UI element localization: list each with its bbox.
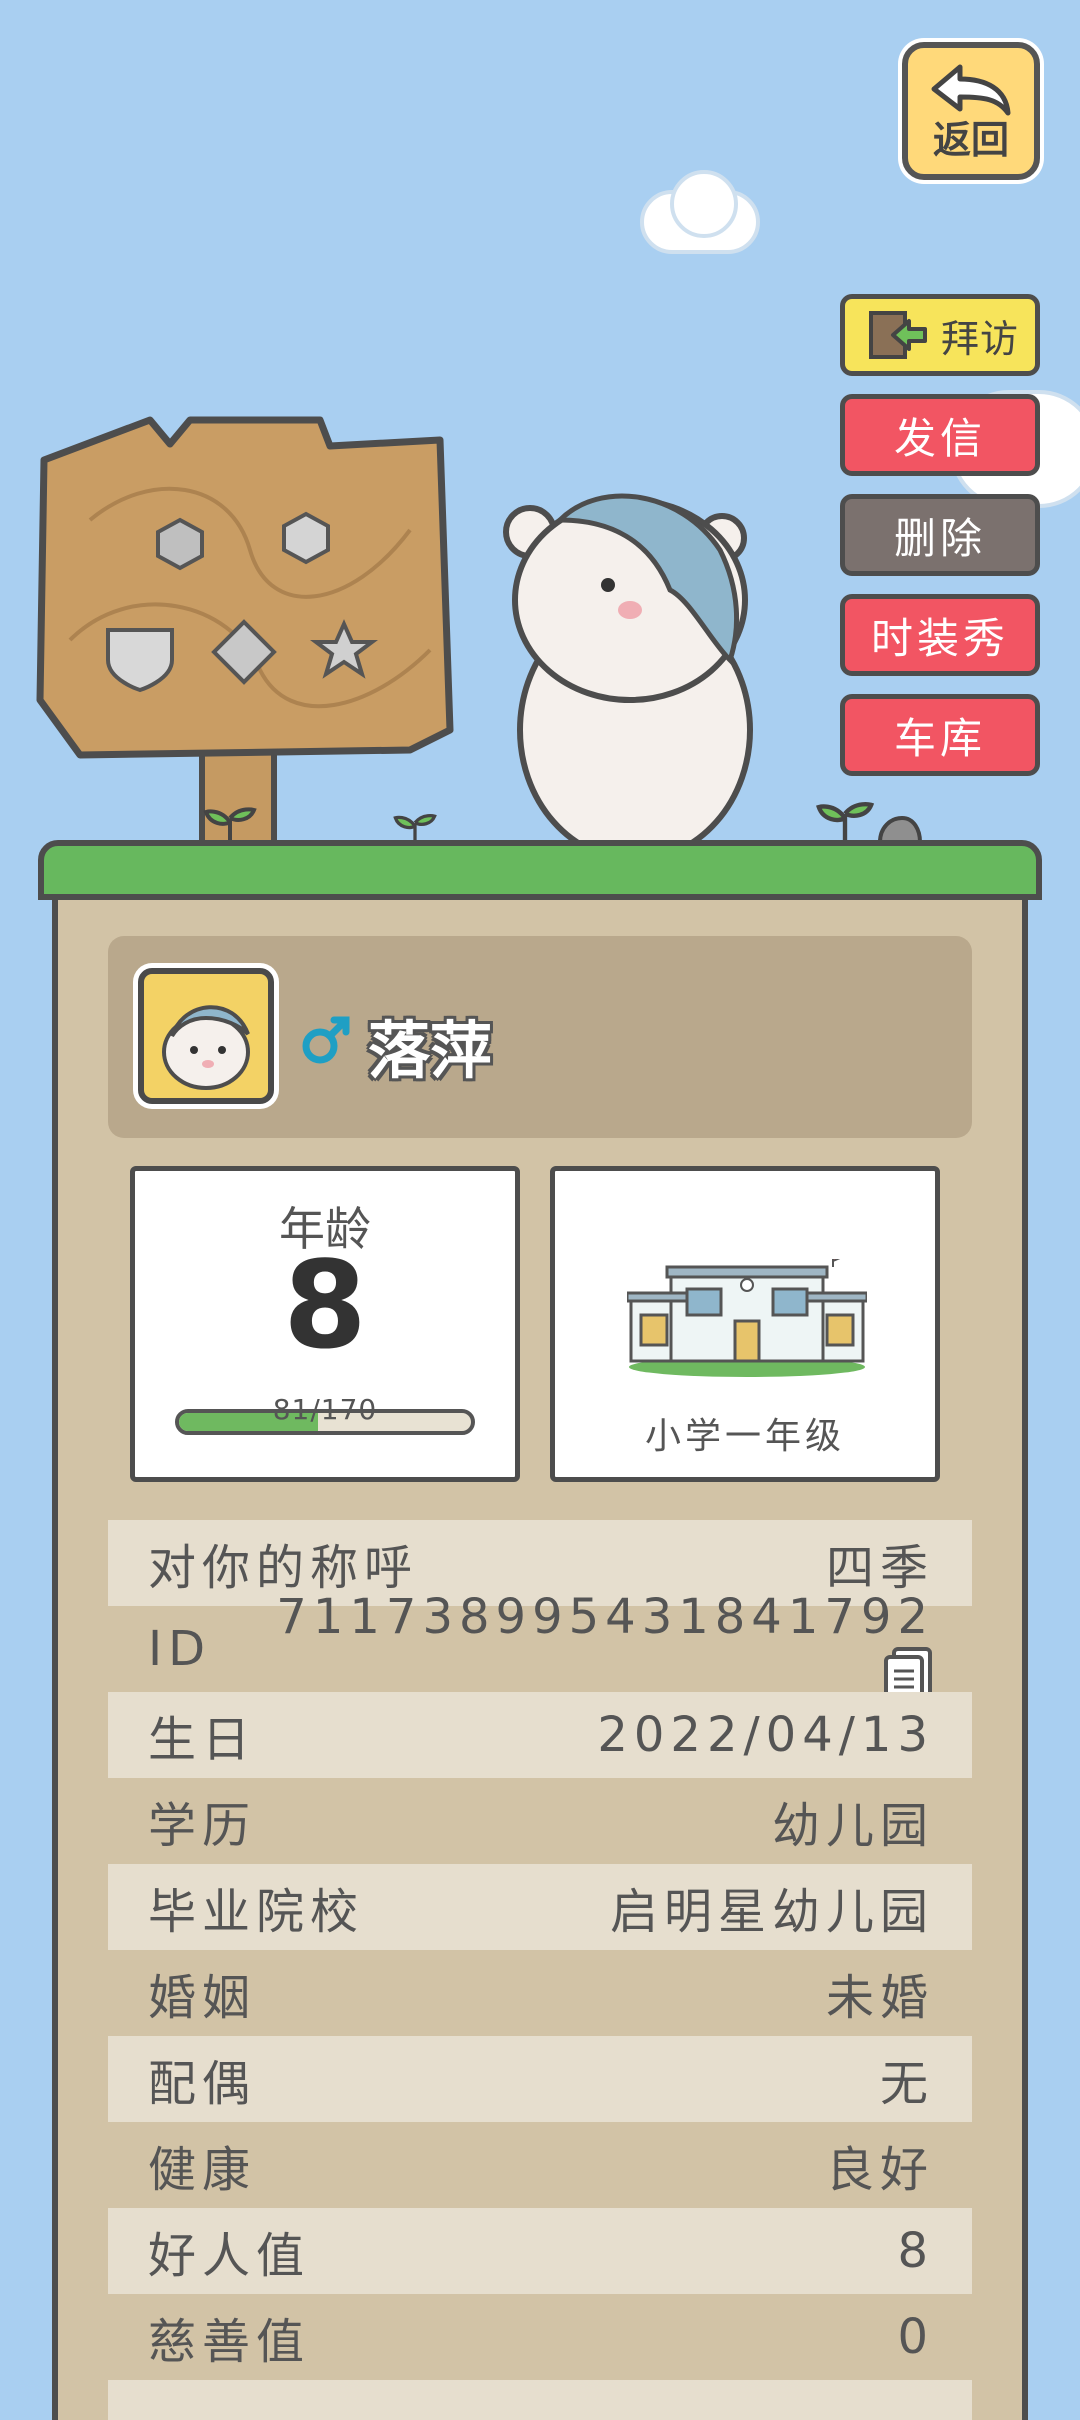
info-row-marriage: 婚姻 未婚 xyxy=(108,1950,972,2036)
badge-icon xyxy=(282,511,330,565)
player-name: 落萍 xyxy=(368,1014,493,1087)
grass-ledge xyxy=(38,840,1042,900)
character-hedgehog[interactable] xyxy=(490,480,780,880)
delete-button-label: 删除 xyxy=(893,513,986,563)
info-label: 毕业院校 xyxy=(148,1884,365,1940)
info-label: 配偶 xyxy=(148,2056,257,2112)
info-label: 婚姻 xyxy=(148,1970,257,2026)
info-label: 生日 xyxy=(148,1712,257,1768)
info-value: 未婚 xyxy=(825,1970,934,2026)
info-row-partial xyxy=(108,2380,972,2420)
garage-button-label: 车库 xyxy=(893,713,986,763)
info-value: 2022/04/13 xyxy=(597,1707,934,1763)
garage-button[interactable]: 车库 xyxy=(840,694,1040,776)
cloud xyxy=(670,170,738,238)
info-row-spouse: 配偶 无 xyxy=(108,2036,972,2122)
badge-board[interactable] xyxy=(30,410,470,850)
age-progress-text: 81/170 xyxy=(272,1393,378,1426)
info-row-birthday: 生日 2022/04/13 xyxy=(108,1692,972,1778)
info-row-id: ID 7117389954318417​92 xyxy=(108,1589,972,1707)
info-label: 对你的称呼 xyxy=(148,1540,419,1596)
door-enter-icon xyxy=(869,311,927,359)
back-button[interactable]: 返回 xyxy=(902,42,1040,180)
info-label: ID xyxy=(148,1621,212,1677)
send-mail-button[interactable]: 发信 xyxy=(840,394,1040,476)
info-value-wrap: 7117389954318417​92 xyxy=(211,1589,934,1709)
sprout-icon xyxy=(203,807,257,844)
badge-icon xyxy=(156,517,204,571)
school-card[interactable]: 小学一年级 xyxy=(550,1166,940,1482)
info-row-health: 健康 良好 xyxy=(108,2122,972,2208)
back-arrow-icon xyxy=(931,64,1011,116)
male-icon xyxy=(302,1016,350,1064)
fashion-show-button-label: 时装秀 xyxy=(870,613,1009,663)
info-row-good-person: 好人值 8 xyxy=(108,2208,972,2294)
info-value: 7117389954318417​92 xyxy=(276,1589,934,1645)
fashion-show-button[interactable]: 时装秀 xyxy=(840,594,1040,676)
info-row-charity: 慈善值 0 xyxy=(108,2294,972,2380)
info-row-education: 学历 幼儿园 xyxy=(108,1778,972,1864)
age-card: 年龄 8 81/170 xyxy=(130,1166,520,1482)
info-label: 慈善值 xyxy=(148,2314,311,2370)
sprout-icon xyxy=(816,802,875,842)
info-value: 无 xyxy=(879,2056,934,2112)
back-button-label: 返回 xyxy=(932,118,1009,162)
delete-button[interactable]: 删除 xyxy=(840,494,1040,576)
school-building-icon xyxy=(627,1259,867,1377)
avatar-hedgehog-icon xyxy=(162,1005,250,1090)
info-value: 良好 xyxy=(825,2142,934,2198)
info-value: 8 xyxy=(897,2223,934,2279)
school-grade-label: 小学一年级 xyxy=(644,1416,845,1457)
info-row-graduated-school: 毕业院校 启明星幼儿园 xyxy=(108,1864,972,1950)
visit-button-label: 拜访 xyxy=(941,316,1020,361)
info-list: 对你的称呼 四季 ID 7117389954318417​92 生日 2022/… xyxy=(108,1520,972,2420)
info-value: 0 xyxy=(897,2309,934,2365)
sprout-icon xyxy=(393,814,437,844)
info-value: 幼儿园 xyxy=(771,1798,934,1854)
info-value: 四季 xyxy=(825,1540,934,1596)
info-label: 健康 xyxy=(148,2142,257,2198)
info-label: 好人值 xyxy=(148,2228,311,2284)
info-label: 学历 xyxy=(148,1798,257,1854)
info-value: 启明星幼儿园 xyxy=(609,1884,934,1940)
age-value: 8 xyxy=(283,1237,367,1376)
avatar[interactable] xyxy=(138,968,274,1104)
visit-button[interactable]: 拜访 xyxy=(840,294,1040,376)
send-mail-button-label: 发信 xyxy=(893,413,986,463)
